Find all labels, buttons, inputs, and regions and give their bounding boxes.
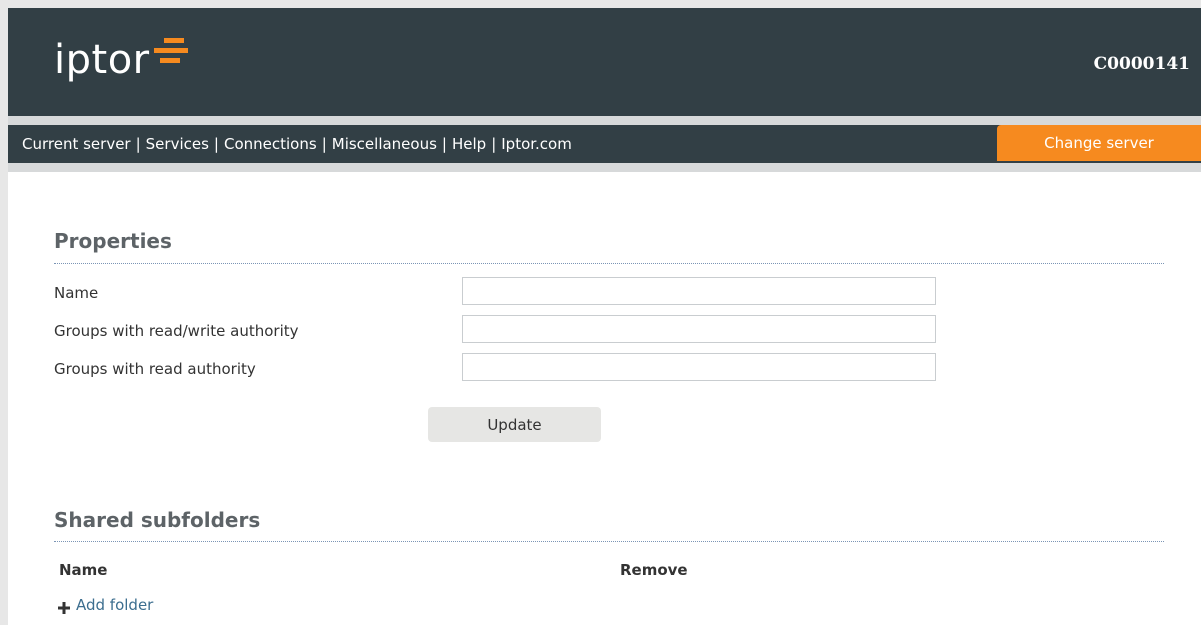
nav-link-current-server[interactable]: Current server (22, 135, 131, 153)
nav-divider (8, 163, 1201, 172)
shared-subfolders-title: Shared subfolders (54, 508, 261, 532)
app-header: iptor C0000141 (8, 8, 1201, 116)
nav-separator: | (441, 135, 447, 153)
nav-link-miscellaneous[interactable]: Miscellaneous (332, 135, 437, 153)
nav-link-connections[interactable]: Connections (224, 135, 317, 153)
name-label: Name (54, 284, 99, 302)
name-column-header: Name (59, 561, 108, 579)
read-write-groups-input[interactable] (462, 315, 936, 343)
nav-link-iptor-com[interactable]: Iptor.com (501, 135, 572, 153)
remove-column-header: Remove (620, 561, 688, 579)
nav-separator: | (491, 135, 497, 153)
read-groups-input[interactable] (462, 353, 936, 381)
logo-bars-icon (153, 38, 188, 63)
header-divider (8, 116, 1201, 125)
add-folder-link[interactable]: Add folder (58, 595, 153, 615)
browser-frame: iptor C0000141 Current server | Services… (0, 0, 1201, 625)
iptor-logo: iptor (54, 38, 194, 94)
server-id: C0000141 (1093, 54, 1190, 74)
nav-separator: | (213, 135, 219, 153)
properties-divider (54, 263, 1164, 264)
read-write-groups-label: Groups with read/write authority (54, 322, 299, 340)
name-input[interactable] (462, 277, 936, 305)
nav-separator: | (135, 135, 141, 153)
properties-title: Properties (54, 229, 172, 253)
shared-subfolders-divider (54, 541, 1164, 542)
logo-text: iptor (54, 37, 150, 83)
read-groups-label: Groups with read authority (54, 360, 256, 378)
update-button[interactable]: Update (428, 407, 601, 442)
nav-link-help[interactable]: Help (452, 135, 486, 153)
main-content: Properties Name Groups with read/write a… (8, 172, 1201, 625)
add-folder-label: Add folder (76, 596, 154, 614)
plus-icon (58, 599, 70, 614)
nav-separator: | (321, 135, 327, 153)
nav-links: Current server | Services | Connections … (22, 125, 572, 163)
nav-link-services[interactable]: Services (146, 135, 209, 153)
nav-bar: Current server | Services | Connections … (8, 125, 1201, 163)
change-server-button[interactable]: Change server (997, 125, 1201, 161)
